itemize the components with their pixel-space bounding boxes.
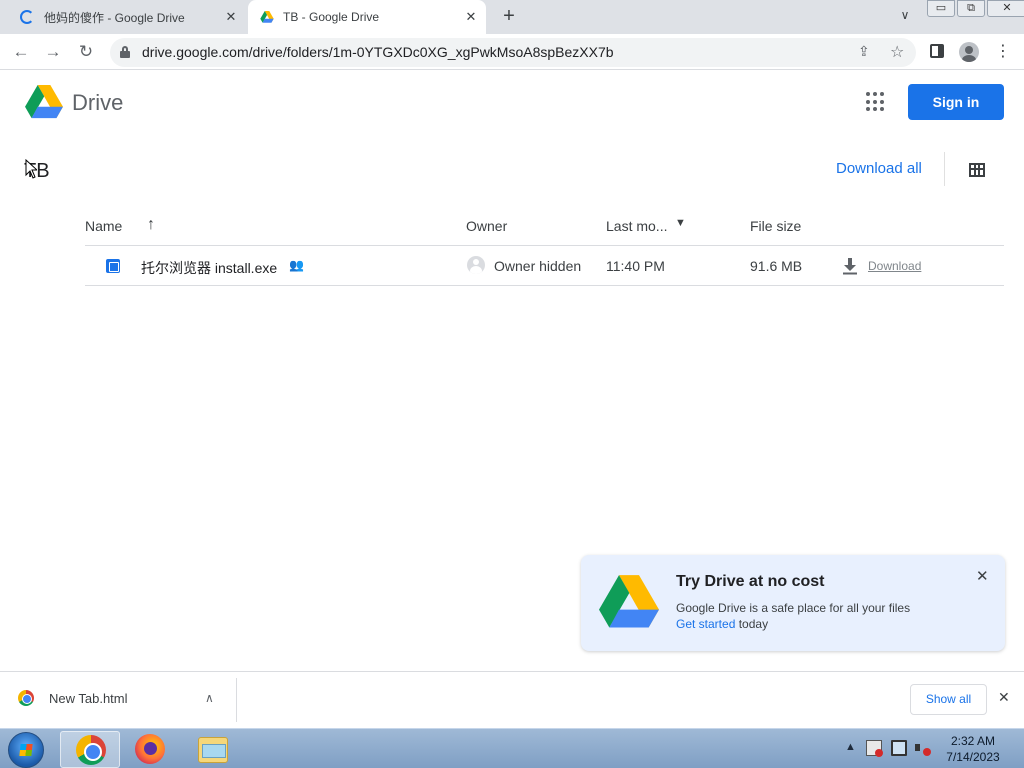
tab-close-icon[interactable]: ✕: [464, 10, 478, 24]
drive-header: Drive Sign in: [0, 71, 1024, 133]
tab-search-icon[interactable]: ∨: [896, 8, 914, 26]
column-name[interactable]: Name: [85, 218, 122, 234]
loading-spinner-icon: [20, 10, 34, 24]
forward-arrow-icon[interactable]: →: [42, 41, 64, 63]
exe-file-icon: [106, 259, 120, 273]
table-header: Name ↑ Owner Last mo... ▼ File size: [85, 206, 1004, 246]
folder-icon: [198, 737, 228, 763]
tab-strip: 他妈的傻作 - Google Drive ✕ TB - Google Drive…: [0, 0, 1024, 34]
download-icon[interactable]: [842, 257, 858, 275]
tab-title: TB - Google Drive: [283, 10, 380, 24]
new-tab-button[interactable]: +: [498, 6, 520, 28]
chrome-icon: [76, 735, 106, 765]
try-drive-promo-card: Try Drive at no cost Google Drive is a s…: [581, 555, 1005, 651]
download-item[interactable]: New Tab.html: [18, 690, 128, 706]
file-table: Name ↑ Owner Last mo... ▼ File size 托尔浏览…: [85, 206, 1004, 286]
get-started-link[interactable]: Get started: [676, 617, 735, 631]
action-center-flag-icon[interactable]: [866, 740, 883, 757]
close-icon[interactable]: ✕: [976, 567, 989, 585]
table-row[interactable]: 托尔浏览器 install.exe 👥 Owner hidden 11:40 P…: [85, 246, 1004, 286]
promo-title: Try Drive at no cost: [676, 573, 825, 590]
file-owner: Owner hidden: [494, 258, 582, 274]
download-link[interactable]: Download: [868, 259, 921, 273]
lock-icon[interactable]: [120, 46, 130, 58]
side-panel-icon[interactable]: [930, 44, 944, 58]
drive-brand-name[interactable]: Drive: [72, 90, 123, 116]
maximize-button[interactable]: ⧉: [957, 0, 985, 17]
taskbar-explorer-button[interactable]: [183, 731, 243, 768]
reload-icon[interactable]: ↻: [75, 41, 97, 63]
network-icon[interactable]: [891, 740, 907, 756]
address-bar[interactable]: drive.google.com/drive/folders/1m-0YTGXD…: [110, 38, 916, 67]
promo-cta-suffix: today: [735, 617, 769, 631]
file-modified: 11:40 PM: [606, 258, 665, 274]
firefox-icon: [135, 734, 165, 764]
minimize-button[interactable]: ▭: [927, 0, 955, 17]
windows-taskbar: ▲ 2:32 AM 7/14/2023: [0, 728, 1024, 768]
volume-muted-icon[interactable]: [915, 740, 931, 756]
owner-avatar-icon: [467, 256, 485, 274]
divider: [236, 678, 237, 722]
google-drive-logo-icon[interactable]: [25, 85, 63, 119]
screen: 他妈的傻作 - Google Drive ✕ TB - Google Drive…: [0, 0, 1024, 768]
sort-dropdown-icon[interactable]: ▼: [675, 217, 686, 229]
clock-date: 7/14/2023: [946, 750, 1000, 764]
tab-active[interactable]: TB - Google Drive ✕: [248, 0, 486, 34]
column-last-modified[interactable]: Last mo...: [606, 218, 667, 234]
menu-dots-icon[interactable]: ⋮: [995, 41, 1011, 63]
back-arrow-icon[interactable]: ←: [10, 41, 32, 63]
taskbar-firefox-button[interactable]: [120, 731, 180, 768]
tab-inactive[interactable]: 他妈的傻作 - Google Drive ✕: [8, 0, 246, 34]
tray-expand-icon[interactable]: ▲: [845, 741, 856, 753]
tab-close-icon[interactable]: ✕: [224, 10, 238, 24]
file-name[interactable]: 托尔浏览器 install.exe: [141, 258, 277, 278]
clock-time: 2:32 AM: [950, 734, 996, 748]
close-window-button[interactable]: ✕: [987, 0, 1024, 17]
tab-title: 他妈的傻作 - Google Drive: [44, 10, 185, 25]
browser-toolbar: ← → ↻ drive.google.com/drive/folders/1m-…: [0, 34, 1024, 70]
column-file-size: File size: [750, 218, 802, 234]
divider: [944, 152, 945, 186]
file-size: 91.6 MB: [750, 258, 803, 274]
download-all-button[interactable]: Download all: [836, 160, 922, 177]
google-drive-logo-icon: [599, 575, 659, 628]
mouse-cursor-icon: [25, 159, 37, 179]
google-apps-icon[interactable]: [866, 92, 886, 112]
sign-in-button[interactable]: Sign in: [908, 84, 1004, 120]
google-drive-icon: [260, 11, 274, 23]
url-text[interactable]: drive.google.com/drive/folders/1m-0YTGXD…: [142, 44, 614, 60]
chrome-icon: [18, 690, 34, 706]
column-owner: Owner: [466, 218, 508, 234]
promo-description: Google Drive is a safe place for all you…: [676, 601, 911, 615]
show-all-button[interactable]: Show all: [910, 684, 987, 715]
share-icon[interactable]: ⇪: [858, 43, 870, 60]
taskbar-chrome-button[interactable]: [60, 731, 120, 768]
window-controls: ▭ ⧉ ✕: [927, 0, 1024, 17]
sort-ascending-icon[interactable]: ↑: [147, 216, 155, 234]
shared-people-icon: 👥: [289, 258, 304, 272]
download-shelf: New Tab.html ∧ Show all ✕: [0, 671, 1024, 728]
close-icon[interactable]: ✕: [998, 689, 1010, 706]
promo-cta-line: Get started today: [676, 617, 768, 631]
grid-view-icon[interactable]: [969, 163, 985, 177]
start-button[interactable]: [8, 732, 44, 768]
chevron-up-icon[interactable]: ∧: [205, 691, 214, 705]
profile-avatar-icon[interactable]: [959, 42, 979, 62]
system-clock[interactable]: 2:32 AM 7/14/2023: [936, 733, 1010, 765]
bookmark-star-icon[interactable]: ☆: [890, 42, 904, 62]
download-item-name[interactable]: New Tab.html: [49, 691, 128, 706]
